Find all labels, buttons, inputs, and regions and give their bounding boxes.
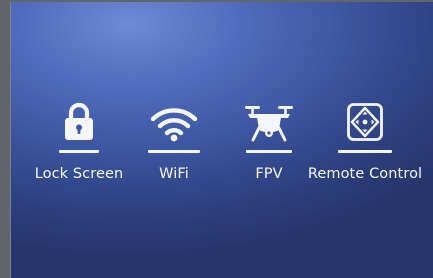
lock-icon <box>61 102 97 142</box>
menu-item-underline <box>338 150 392 153</box>
menu-item-wifi[interactable]: WiFi <box>143 102 205 188</box>
home-screen: Lock Screen WiFi FPV Remote Control <box>10 2 433 278</box>
wifi-icon <box>149 102 199 142</box>
menu-item-fpv[interactable]: FPV <box>239 102 299 188</box>
remote-control-icon <box>346 102 384 142</box>
menu-item-underline <box>246 150 292 153</box>
drone-icon <box>244 102 294 142</box>
menu-item-lock-screen[interactable]: Lock Screen <box>31 102 127 188</box>
menu-item-underline <box>59 150 99 153</box>
menu-item-label: WiFi <box>159 166 189 182</box>
menu-item-label: Remote Control <box>307 166 423 182</box>
menu-item-remote-control[interactable]: Remote Control <box>303 102 427 188</box>
menu-item-underline <box>148 150 200 153</box>
menu-item-label: Lock Screen <box>34 166 124 182</box>
menu-item-label: FPV <box>255 166 283 182</box>
